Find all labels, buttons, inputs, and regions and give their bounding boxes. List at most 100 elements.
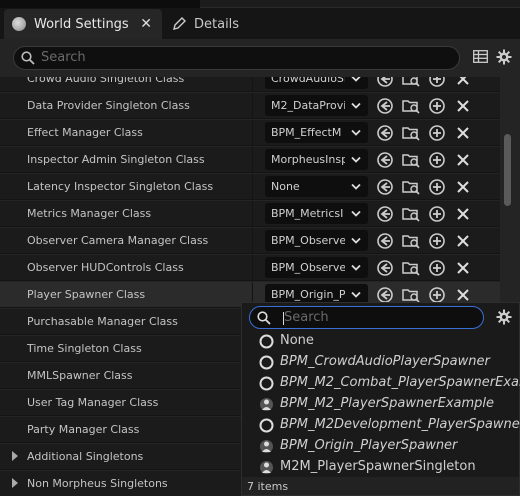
circle-icon <box>259 334 274 352</box>
clear-icon[interactable] <box>454 97 472 115</box>
add-icon[interactable] <box>428 97 446 115</box>
combo-value: BPM_MetricsI <box>271 207 344 220</box>
dropdown-item[interactable]: BPM_M2_PlayerSpawnerExample <box>242 394 520 415</box>
text-caret <box>283 312 284 325</box>
gear-icon[interactable] <box>496 49 512 65</box>
dropdown-list: None BPM_CrowdAudioPlayerSpawner BPM_M2_Co… <box>242 331 520 477</box>
browse-icon[interactable] <box>402 77 420 88</box>
close-icon[interactable]: ✕ <box>140 16 152 32</box>
class-combo[interactable]: MorpheusInsp <box>265 149 368 170</box>
property-label: Latency Inspector Singleton Class <box>27 180 214 193</box>
browse-icon[interactable] <box>402 178 420 196</box>
dropdown-search-input[interactable]: Search <box>249 306 484 329</box>
combo-value: None <box>271 180 300 193</box>
chevron-down-icon <box>351 154 361 167</box>
browse-icon[interactable] <box>402 232 420 250</box>
chevron-down-icon <box>351 262 361 275</box>
property-label: Crowd Audio Singleton Class <box>27 77 185 85</box>
property-label: Data Provider Singleton Class <box>27 99 190 112</box>
class-picker-dropdown: Search None BPM_CrowdAudioPlayerSpawner BP… <box>241 302 520 496</box>
use-selected-icon[interactable] <box>376 205 394 223</box>
property-label: Effect Manager Class <box>27 126 143 139</box>
tab-details[interactable]: Details <box>166 9 276 39</box>
circle-icon <box>259 376 274 394</box>
dropdown-item[interactable]: BPM_M2_Combat_PlayerSpawnerExample <box>242 373 520 394</box>
add-icon[interactable] <box>428 77 446 88</box>
property-row: Observer Camera Manager Class BPM_Observe <box>0 228 500 254</box>
class-combo[interactable]: BPM_Observe <box>265 257 368 278</box>
gear-icon[interactable] <box>496 309 512 325</box>
circle-icon <box>259 355 274 373</box>
use-selected-icon[interactable] <box>376 232 394 250</box>
property-label: MMLSpawner Class <box>27 369 133 382</box>
row-actions <box>376 124 476 142</box>
tab-bar: World Settings ✕ Details <box>0 0 520 43</box>
combo-value: CrowdAudioSi <box>271 77 345 85</box>
clear-icon[interactable] <box>454 205 472 223</box>
add-icon[interactable] <box>428 151 446 169</box>
clear-icon[interactable] <box>454 77 472 88</box>
class-combo[interactable]: BPM_EffectM <box>265 122 368 143</box>
combo-value: BPM_Origin_P <box>271 288 345 301</box>
clear-icon[interactable] <box>454 151 472 169</box>
dropdown-item[interactable]: M2M_PlayerSpawnerSingleton <box>242 457 520 477</box>
browse-icon[interactable] <box>402 151 420 169</box>
tab-world-settings[interactable]: World Settings ✕ <box>4 9 162 39</box>
actor-icon <box>259 439 274 457</box>
class-combo[interactable]: BPM_Observe <box>265 230 368 251</box>
use-selected-icon[interactable] <box>376 97 394 115</box>
add-icon[interactable] <box>428 178 446 196</box>
dropdown-item[interactable]: BPM_Origin_PlayerSpawner <box>242 436 520 457</box>
property-label: Metrics Manager Class <box>27 207 152 220</box>
use-selected-icon[interactable] <box>376 151 394 169</box>
scrollbar[interactable] <box>504 134 511 206</box>
property-row: Observer HUDControls Class BPM_Observe <box>0 255 500 281</box>
clear-icon[interactable] <box>454 178 472 196</box>
expand-arrow-icon[interactable] <box>11 451 19 461</box>
chevron-down-icon <box>351 77 361 86</box>
browse-icon[interactable] <box>402 259 420 277</box>
property-label: Observer HUDControls Class <box>27 261 184 274</box>
browse-icon[interactable] <box>402 97 420 115</box>
dropdown-item[interactable]: BPM_M2Development_PlayerSpawner <box>242 415 520 436</box>
property-row: Data Provider Singleton Class M2_DataProv… <box>0 93 500 119</box>
chevron-down-icon <box>351 289 361 302</box>
use-selected-icon[interactable] <box>376 259 394 277</box>
dropdown-item[interactable]: None <box>242 331 520 352</box>
clear-icon[interactable] <box>454 232 472 250</box>
expand-arrow-icon[interactable] <box>11 478 19 488</box>
dropdown-footer: 7 items <box>242 477 519 495</box>
row-actions <box>376 77 476 88</box>
row-actions <box>376 178 476 196</box>
add-icon[interactable] <box>428 259 446 277</box>
use-selected-icon[interactable] <box>376 178 394 196</box>
property-row: Effect Manager Class BPM_EffectM <box>0 120 500 146</box>
row-actions <box>376 205 476 223</box>
section-label: Non Morpheus Singletons <box>27 477 168 490</box>
class-combo[interactable]: BPM_MetricsI <box>265 203 368 224</box>
browse-icon[interactable] <box>402 205 420 223</box>
circle-icon <box>259 418 274 436</box>
actor-icon <box>259 460 274 477</box>
dropdown-item-label: M2M_PlayerSpawnerSingleton <box>280 459 476 474</box>
property-label: Player Spawner Class <box>27 288 146 301</box>
dropdown-item[interactable]: BPM_CrowdAudioPlayerSpawner <box>242 352 520 373</box>
class-combo[interactable]: M2_DataProvi <box>265 95 368 116</box>
property-label: Inspector Admin Singleton Class <box>27 153 205 166</box>
table-view-icon[interactable] <box>473 50 488 63</box>
add-icon[interactable] <box>428 124 446 142</box>
clear-icon[interactable] <box>454 259 472 277</box>
chevron-down-icon <box>351 181 361 194</box>
clear-icon[interactable] <box>454 124 472 142</box>
add-icon[interactable] <box>428 205 446 223</box>
row-actions <box>376 259 476 277</box>
add-icon[interactable] <box>428 232 446 250</box>
use-selected-icon[interactable] <box>376 77 394 88</box>
search-input[interactable]: Search <box>13 46 460 70</box>
item-count: 7 items <box>247 480 289 493</box>
class-combo[interactable]: None <box>265 176 368 197</box>
class-combo[interactable]: CrowdAudioSi <box>265 77 368 89</box>
browse-icon[interactable] <box>402 124 420 142</box>
tab-label: World Settings <box>34 16 129 32</box>
use-selected-icon[interactable] <box>376 124 394 142</box>
